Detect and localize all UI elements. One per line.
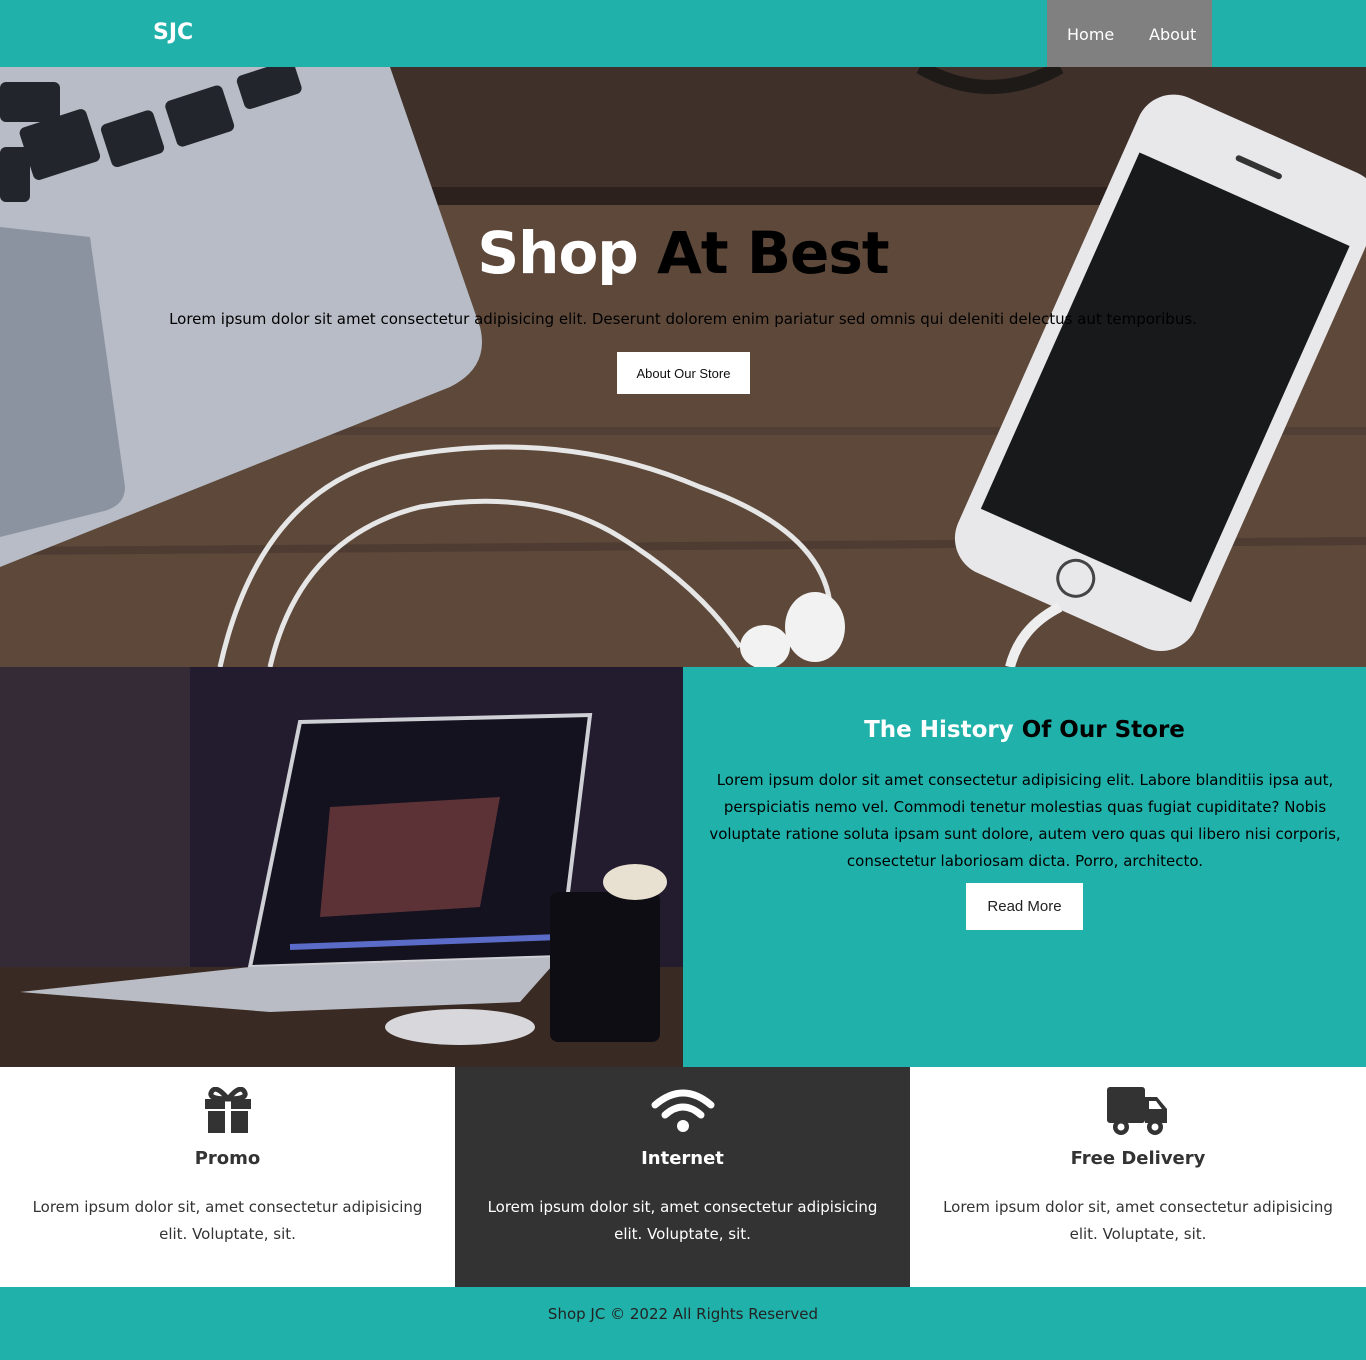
feature-title: Free Delivery	[1070, 1148, 1206, 1169]
history-section: The History Of Our Store Lorem ipsum dol…	[683, 667, 1366, 1067]
hero-section: Shop At Best Lorem ipsum dolor sit amet …	[0, 67, 1366, 667]
hero-title-part1: Shop	[477, 219, 638, 287]
read-more-button[interactable]: Read More	[966, 883, 1083, 930]
gift-icon	[203, 1086, 253, 1137]
wifi-icon	[651, 1087, 715, 1137]
nav-link-about[interactable]: About	[1149, 25, 1196, 44]
feature-title: Internet	[641, 1148, 724, 1169]
navbar: SJC Home About	[0, 0, 1366, 67]
footer-copyright: Shop JC © 2022 All Rights Reserved	[547, 1305, 819, 1323]
about-store-button[interactable]: About Our Store	[617, 352, 750, 394]
hero-title-part2: At Best	[657, 219, 890, 287]
truck-icon	[1107, 1087, 1169, 1141]
history-title-part1: The History	[864, 717, 1014, 743]
feature-title: Promo	[194, 1148, 261, 1169]
history-text: Lorem ipsum dolor sit amet consectetur a…	[709, 771, 1341, 870]
nav-menu: Home About	[1047, 0, 1212, 67]
feature-text: Lorem ipsum dolor sit, amet consectetur …	[32, 1198, 423, 1243]
feature-text: Lorem ipsum dolor sit, amet consectetur …	[943, 1198, 1333, 1243]
feature-internet: Internet Lorem ipsum dolor sit, amet con…	[455, 1067, 910, 1287]
hero-title: Shop At Best	[0, 219, 1366, 287]
feature-free-delivery: Free Delivery Lorem ipsum dolor sit, ame…	[910, 1067, 1366, 1287]
history-title: The History Of Our Store	[683, 717, 1366, 743]
history-image	[0, 667, 683, 1067]
feature-promo: Promo Lorem ipsum dolor sit, amet consec…	[0, 1067, 455, 1287]
nav-link-home[interactable]: Home	[1067, 25, 1114, 44]
hero-text: Lorem ipsum dolor sit amet consectetur a…	[169, 310, 1197, 328]
laptop-photo	[0, 667, 683, 1067]
footer: Shop JC © 2022 All Rights Reserved	[0, 1287, 1366, 1360]
feature-text: Lorem ipsum dolor sit, amet consectetur …	[487, 1198, 878, 1243]
site-logo[interactable]: SJC	[153, 20, 193, 45]
history-title-part2: Of Our Store	[1021, 717, 1185, 743]
